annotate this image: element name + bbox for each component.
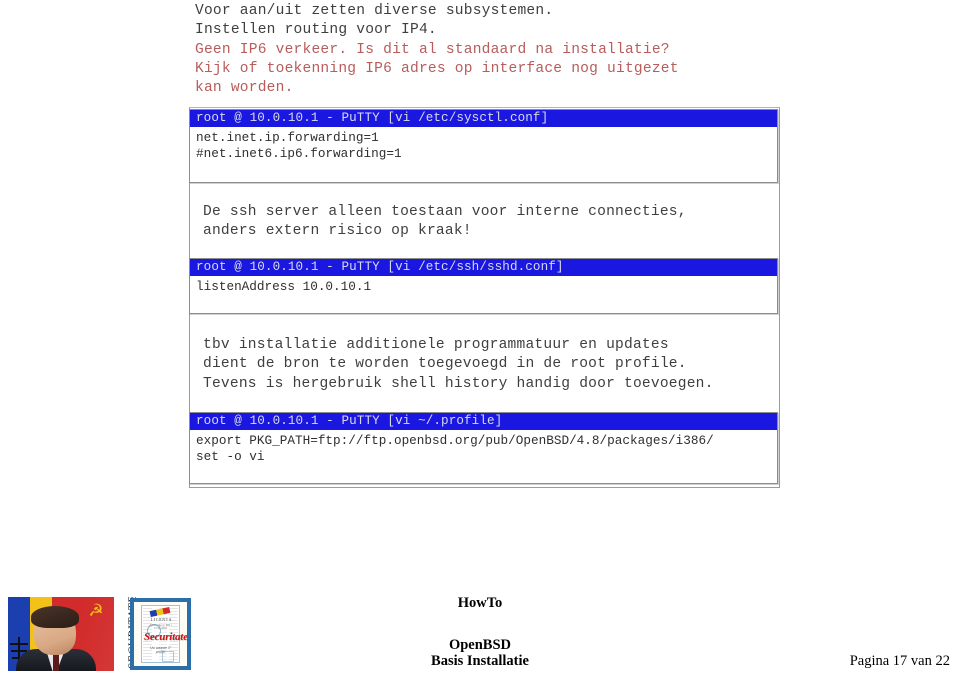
footer-howto-label: HowTo	[457, 595, 503, 611]
putty-body-sysctl[interactable]: net.inet.ip.forwarding=1 #net.inet6.ip6.…	[190, 127, 777, 165]
footer-product-label: OpenBSD	[448, 637, 512, 653]
putty-window-sshd[interactable]: root @ 10.0.10.1 - PuTTY [vi /etc/ssh/ss…	[189, 258, 778, 314]
paragraph-line: kan worden.	[195, 80, 294, 97]
paragraph-line: Voor aan/uit zetten diverse subsystemen.	[195, 3, 554, 19]
footer-subtitle-label: Basis Installatie	[431, 653, 529, 669]
putty-body-sshd[interactable]: listenAddress 10.0.10.1	[190, 276, 777, 299]
certificate-licenta-label: LICENTA	[151, 617, 172, 622]
paragraph-line: Geen IP6 verkeer. Is dit al standaard na…	[195, 41, 670, 58]
putty-title-bar: root @ 10.0.10.1 - PuTTY [vi /etc/sysctl…	[190, 110, 777, 127]
putty-window-profile[interactable]: root @ 10.0.10.1 - PuTTY [vi ~/.profile]…	[189, 412, 778, 484]
putty-title-bar: root @ 10.0.10.1 - PuTTY [vi /etc/ssh/ss…	[190, 259, 777, 276]
putty-window-sysctl[interactable]: root @ 10.0.10.1 - PuTTY [vi /etc/sysctl…	[189, 109, 778, 183]
paragraph-line: Instellen routing voor IP4.	[195, 22, 437, 39]
certificate-subtitle: Autorizatie nr. 884 / 17.04.2001	[149, 624, 172, 630]
intro-paragraph: Voor aan/uit zetten diverse subsystemen.…	[195, 2, 679, 98]
footer-page-number: Pagina 17 van 22	[849, 653, 950, 669]
putty-title-bar: root @ 10.0.10.1 - PuTTY [vi ~/.profile]	[190, 413, 777, 430]
putty-body-profile[interactable]: export PKG_PATH=ftp://ftp.openbsd.org/pu…	[190, 430, 777, 468]
paragraph-line: Kijk of toekenning IP6 adres op interfac…	[195, 60, 679, 77]
